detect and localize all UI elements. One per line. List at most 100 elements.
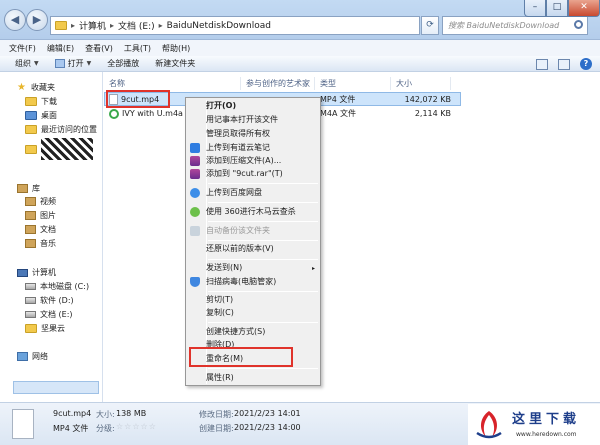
menu-item-360-scan[interactable]: 使用 360进行木马云查杀 [206, 206, 296, 218]
backup-icon [190, 226, 200, 236]
nav-videos-label: 视频 [40, 197, 56, 206]
column-artist[interactable]: 参与创作的艺术家 [241, 77, 315, 90]
toolbar-right: ? [536, 58, 592, 70]
nav-drive-c[interactable]: 本地磁盘 (C:) [25, 281, 89, 292]
nav-jianguoyun[interactable]: 坚果云 [25, 323, 65, 334]
column-name[interactable]: 名称 [104, 77, 241, 90]
nav-computer[interactable]: 计算机 [17, 267, 56, 278]
table-row[interactable]: 9cut.mp4 MP4 文件 142,072 KB [104, 93, 574, 106]
menu-file[interactable]: 文件(F) [9, 43, 36, 54]
menu-item-youdao[interactable]: 上传到有道云笔记 [206, 142, 270, 154]
nav-libraries[interactable]: 库 [17, 183, 40, 194]
details-modified-label: 修改日期: [199, 410, 234, 419]
navigation-pane: ★ 收藏夹 下载 桌面 最近访问的位置 库 视频 图片 文档 音乐 计算机 本地… [0, 72, 103, 402]
menu-separator [208, 221, 318, 222]
organize-button[interactable]: 组织 ▼ [15, 58, 39, 69]
forward-button[interactable]: ▶ [26, 9, 48, 31]
menu-tools[interactable]: 工具(T) [124, 43, 151, 54]
drive-icon [25, 283, 36, 290]
menu-item-create-shortcut[interactable]: 创建快捷方式(S) [206, 326, 265, 338]
column-size[interactable]: 大小 [391, 77, 451, 90]
breadcrumb-computer[interactable]: 计算机 [79, 19, 106, 32]
cloud-folder-icon [25, 324, 37, 333]
nav-pictures-label: 图片 [40, 211, 56, 220]
file-name: IVY with U.m4a [122, 109, 183, 118]
nav-drive-d-label: 软件 (D:) [40, 296, 74, 305]
nav-redacted-item[interactable] [25, 138, 93, 160]
close-button[interactable]: ✕ [568, 0, 600, 17]
breadcrumb-folder[interactable]: BaiduNetdiskDownload [167, 21, 271, 31]
menu-item-send-to[interactable]: 发送到(N) [206, 262, 242, 274]
folder-icon [25, 144, 37, 154]
menu-help[interactable]: 帮助(H) [162, 43, 190, 54]
menu-separator [208, 259, 318, 260]
nav-documents[interactable]: 文档 [25, 224, 56, 235]
breadcrumb-drive-e[interactable]: 文档 (E:) [118, 19, 155, 32]
address-bar[interactable]: ▸ 计算机 ▸ 文档 (E:) ▸ BaiduNetdiskDownload [50, 16, 420, 35]
column-type[interactable]: 类型 [315, 77, 391, 90]
nav-music-label: 音乐 [40, 239, 56, 248]
nav-videos[interactable]: 视频 [25, 196, 56, 207]
refresh-button[interactable]: ⟳ [421, 16, 439, 35]
nav-documents-label: 文档 [40, 225, 56, 234]
breadcrumb-separator: ▸ [158, 21, 163, 30]
menu-item-properties[interactable]: 属性(R) [206, 372, 234, 384]
breadcrumb-separator: ▸ [110, 21, 115, 30]
menu-item-open[interactable]: 打开(O) [206, 100, 236, 112]
menu-item-virus-scan[interactable]: 扫描病毒(电脑管家) [206, 276, 276, 288]
preview-pane-icon[interactable] [558, 58, 570, 70]
baidu-netdisk-icon [190, 188, 200, 198]
nav-pictures[interactable]: 图片 [25, 210, 56, 221]
nav-favorites[interactable]: ★ 收藏夹 [17, 82, 55, 93]
menu-item-add-archive[interactable]: 添加到压缩文件(A)... [206, 155, 281, 167]
chevron-down-icon: ▼ [34, 60, 39, 67]
menu-separator [208, 183, 318, 184]
nav-recent[interactable]: 最近访问的位置 [25, 124, 97, 135]
nav-desktop[interactable]: 桌面 [25, 110, 57, 121]
change-view-icon[interactable] [536, 58, 548, 70]
file-thumbnail [12, 409, 34, 439]
menu-item-notepad[interactable]: 用记事本打开该文件 [206, 114, 278, 126]
nav-drive-d[interactable]: 软件 (D:) [25, 295, 74, 306]
back-button[interactable]: ◀ [4, 9, 26, 31]
open-label: 打开 [67, 59, 84, 68]
menu-item-restore[interactable]: 还原以前的版本(V) [206, 243, 274, 255]
menu-edit[interactable]: 编辑(E) [47, 43, 74, 54]
nav-network[interactable]: 网络 [17, 351, 48, 362]
menu-view[interactable]: 查看(V) [85, 43, 113, 54]
details-filename: 9cut.mp4 [53, 409, 92, 418]
file-list-pane: 名称 参与创作的艺术家 类型 大小 9cut.mp4 MP4 文件 142,07… [104, 72, 600, 402]
play-all-label: 全部播放 [107, 59, 140, 68]
nav-music[interactable]: 音乐 [25, 238, 56, 249]
menu-item-take-ownership[interactable]: 管理员取得所有权 [206, 128, 270, 140]
360-shield-icon [190, 207, 200, 217]
submenu-arrow-icon: ▸ [312, 265, 316, 272]
new-folder-button[interactable]: 新建文件夹 [155, 58, 195, 69]
menu-separator [208, 322, 318, 323]
music-library-icon [25, 239, 36, 248]
nav-drive-e[interactable]: 文档 (E:) [25, 309, 73, 320]
youdao-note-icon [190, 143, 200, 153]
file-size: 2,114 KB [414, 109, 451, 118]
winrar-icon [190, 156, 200, 166]
site-logo-icon [476, 411, 502, 439]
menu-item-cut[interactable]: 剪切(T) [206, 294, 233, 306]
audio-file-icon [109, 108, 119, 119]
shield-icon [190, 277, 200, 287]
help-icon[interactable]: ? [580, 58, 592, 70]
library-icon [17, 184, 28, 193]
details-created-label: 创建日期: [199, 424, 234, 433]
table-row[interactable]: IVY with U.m4a M4A 文件 2,114 KB [104, 107, 574, 120]
menu-item-baidu-upload[interactable]: 上传到百度网盘 [206, 187, 262, 199]
menu-item-copy[interactable]: 复制(C) [206, 307, 234, 319]
rating-stars[interactable]: ☆☆☆☆☆ [116, 422, 157, 431]
menu-item-add-rar[interactable]: 添加到 "9cut.rar"(T) [206, 168, 283, 180]
search-icon [574, 20, 583, 29]
search-input[interactable]: 搜索 BaiduNetdiskDownload [442, 16, 588, 35]
file-size: 142,072 KB [404, 95, 451, 104]
minimize-button[interactable]: – [524, 0, 546, 17]
play-all-button[interactable]: 全部播放 [107, 58, 139, 69]
maximize-button[interactable]: □ [546, 0, 568, 17]
open-button[interactable]: 打开 ▼ [54, 58, 91, 69]
nav-downloads[interactable]: 下载 [25, 96, 57, 107]
